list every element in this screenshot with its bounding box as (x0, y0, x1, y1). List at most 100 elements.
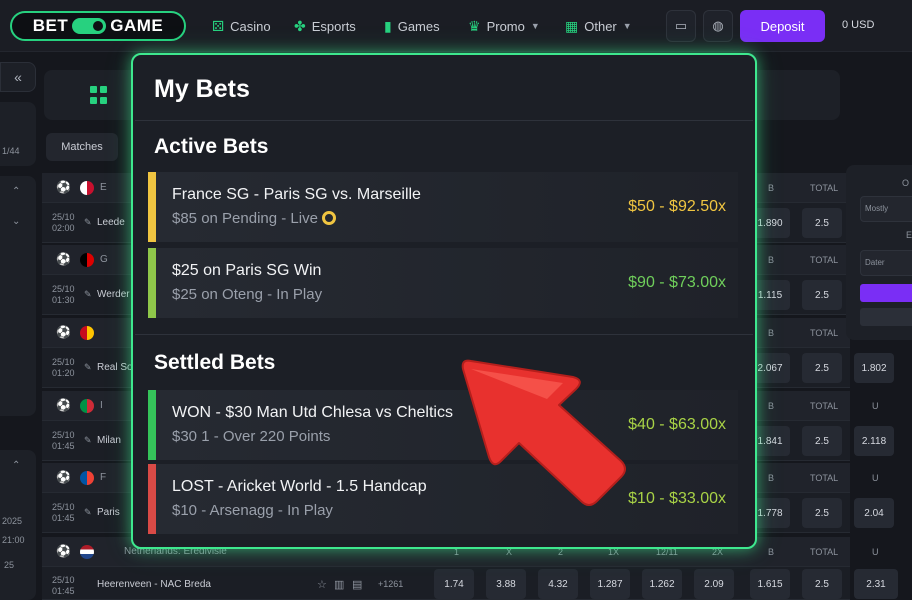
pin-icon[interactable]: ✎ (84, 289, 92, 300)
league-initial: E (100, 182, 107, 193)
odds-header: B (768, 255, 775, 265)
odds-button[interactable]: 1.615 (750, 569, 790, 599)
football-icon: ⚽ (56, 325, 71, 339)
sidebar-text: 1/44 (2, 146, 20, 156)
football-icon: ⚽ (56, 398, 71, 412)
sidebar-panel (0, 176, 36, 416)
matches-tab[interactable]: Matches (46, 133, 118, 161)
chevron-up-icon[interactable]: ⌃ (12, 186, 20, 197)
place-bet-button[interactable] (860, 284, 912, 302)
nav-games-label: Games (397, 18, 440, 34)
football-icon: ⚽ (56, 470, 71, 484)
betslip-select[interactable]: Mostly (860, 196, 912, 222)
odds-button[interactable]: 2.5 (802, 498, 842, 528)
double-chevron-left-icon: « (14, 69, 22, 85)
more-markets[interactable]: +1261 (378, 579, 403, 589)
chart-icon[interactable]: ▤ (352, 578, 362, 591)
match-time: 25/10 02:00 (52, 212, 75, 233)
odds-button[interactable]: 2.5 (802, 426, 842, 456)
pin-icon[interactable]: ✎ (84, 435, 92, 446)
nav-casino[interactable]: ⚄ Casino (212, 14, 271, 38)
chevron-up-icon[interactable]: ⌃ (12, 460, 20, 471)
top-bar: BET GAME ⚄ Casino ✤ Esports ▮ Games ♛ Pr… (0, 0, 912, 52)
deposit-button[interactable]: Deposit (740, 10, 825, 42)
logo[interactable]: BET GAME (10, 11, 186, 41)
bet-description: $25 on Paris SG Win (172, 262, 322, 279)
match-teams: Leede (97, 217, 125, 228)
flag-icon (80, 399, 94, 413)
stats-icon[interactable]: ▥ (334, 578, 344, 591)
android-app-button[interactable]: ▭ (666, 10, 696, 42)
bet-description: France SG - Paris SG vs. Marseille (172, 186, 421, 203)
match-teams: Paris (97, 507, 120, 518)
odds-button[interactable]: 2.09 (694, 569, 734, 599)
match-teams: Heerenveen - NAC Breda (97, 579, 211, 590)
bet-card-active[interactable]: France SG - Paris SG vs. Marseille $85 o… (148, 172, 738, 242)
divider (135, 120, 753, 121)
pin-icon[interactable]: ✎ (84, 362, 92, 373)
odds-header: U (872, 547, 879, 557)
odds-header: B (768, 547, 775, 557)
odds-header: TOTAL (810, 547, 839, 557)
odds-button[interactable]: 2.5 (802, 353, 842, 383)
sidebar-text: 25 (4, 560, 15, 570)
bet-card-active[interactable]: $25 on Paris SG Win $25 on Oteng - In Pl… (148, 248, 738, 318)
match-time: 25/10 01:45 (52, 430, 75, 451)
odds-button[interactable]: 1.287 (590, 569, 630, 599)
odds-button[interactable]: 1.802 (854, 353, 894, 383)
odds-header: B (768, 328, 775, 338)
active-bets-title: Active Bets (154, 135, 269, 158)
league-initial: G (100, 254, 108, 265)
grid-icon: ▦ (565, 17, 579, 34)
odds-button[interactable]: 3.88 (486, 569, 526, 599)
bet-amount: $40 - $63.00x (628, 416, 726, 433)
nav-esports[interactable]: ✤ Esports (294, 14, 356, 38)
odds-button[interactable]: 2.5 (802, 569, 842, 599)
odds-header: U (872, 401, 879, 411)
odds-button[interactable]: 2.118 (854, 426, 894, 456)
apple-app-button[interactable]: ◍ (703, 10, 733, 42)
bet-amount: $10 - $33.00x (628, 490, 726, 507)
match-time: 25/10 01:20 (52, 357, 75, 378)
logo-toggle-icon (72, 18, 107, 34)
crown-icon: ♛ (468, 17, 481, 34)
odds-header: B (768, 183, 775, 193)
football-icon: ⚽ (56, 544, 71, 558)
chevron-down-icon[interactable]: ⌄ (12, 216, 20, 227)
grid-view-icon[interactable] (90, 86, 108, 104)
nav-games[interactable]: ▮ Games (384, 14, 440, 38)
pin-icon[interactable]: ✎ (84, 507, 92, 518)
odds-button[interactable]: 4.32 (538, 569, 578, 599)
pin-icon[interactable]: ✎ (84, 217, 92, 228)
nav-promo[interactable]: ♛ Promo ▼ (468, 14, 540, 38)
apple-icon: ◍ (712, 18, 724, 33)
flag-icon (80, 545, 94, 559)
sidebar-text: 21:00 (2, 535, 25, 545)
bet-card-settled[interactable]: WON - $30 Man Utd Chlesa vs Cheltics $30… (148, 390, 738, 460)
betslip-label: E (906, 230, 912, 240)
balance-display[interactable]: 0 USD (842, 19, 874, 31)
match-row[interactable]: 25/10 01:45 Heerenveen - NAC Breda ☆ ▥ ▤ … (42, 567, 898, 600)
odds-button[interactable]: 2.5 (802, 208, 842, 238)
odds-button[interactable]: 1.262 (642, 569, 682, 599)
odds-button[interactable]: 1.74 (434, 569, 474, 599)
my-bets-panel: My Bets Active Bets France SG - Paris SG… (131, 53, 757, 549)
match-time: 25/10 01:30 (52, 284, 75, 305)
odds-header: TOTAL (810, 473, 839, 483)
chevron-down-icon: ▼ (622, 21, 632, 31)
bet-card-settled[interactable]: LOST - Aricket World - 1.5 Handcap $10 -… (148, 464, 738, 534)
odds-header: B (768, 473, 775, 483)
league-initial: I (100, 400, 103, 411)
nav-other[interactable]: ▦ Other ▼ (565, 14, 632, 38)
clear-button[interactable] (860, 308, 912, 326)
betslip-input[interactable]: Dater (860, 250, 912, 276)
odds-button[interactable]: 2.31 (854, 569, 898, 599)
flag-icon (80, 253, 94, 267)
odds-button[interactable]: 2.04 (854, 498, 894, 528)
favorite-star-icon[interactable]: ☆ (317, 578, 327, 591)
esports-icon: ✤ (294, 17, 306, 34)
bet-amount: $90 - $73.00x (628, 274, 726, 291)
odds-button[interactable]: 2.5 (802, 280, 842, 310)
football-icon: ⚽ (56, 252, 71, 266)
collapse-sidebar-button[interactable]: « (0, 62, 36, 92)
